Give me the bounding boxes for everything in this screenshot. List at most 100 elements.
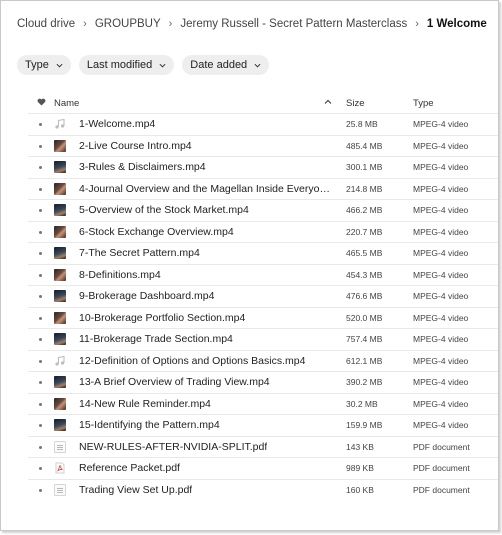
table-row[interactable]: 13-A Brief Overview of Trading View.mp4 3… bbox=[28, 371, 498, 393]
favorite-dot-icon[interactable] bbox=[39, 381, 42, 384]
file-name[interactable]: 6-Stock Exchange Overview.mp4 bbox=[79, 226, 234, 238]
table-row[interactable]: 6-Stock Exchange Overview.mp4 220.7 MB MPE… bbox=[28, 220, 498, 243]
favorite-dot-icon[interactable] bbox=[39, 252, 42, 255]
table-row[interactable]: 15-Identifying the Pattern.mp4 159.9 MB MP… bbox=[28, 414, 498, 436]
file-size: 300.1 MB bbox=[346, 162, 383, 172]
filter-last-modified-button[interactable]: Last modified bbox=[78, 55, 175, 75]
file-size: 454.3 MB bbox=[346, 269, 383, 280]
favorite-dot-icon[interactable] bbox=[39, 209, 42, 212]
favorite-dot-icon[interactable] bbox=[39, 166, 42, 169]
file-type: MPEG-4 video bbox=[413, 205, 469, 215]
file-name[interactable]: 7-The Secret Pattern.mp4 bbox=[79, 247, 200, 259]
file-name[interactable]: 15-Identifying the Pattern.mp4 bbox=[79, 419, 220, 431]
filter-date-added-button[interactable]: Date added bbox=[182, 55, 270, 75]
file-name[interactable]: 10-Brokerage Portfolio Section.mp4 bbox=[79, 312, 245, 324]
favorite-dot-icon[interactable] bbox=[39, 273, 42, 277]
file-name[interactable]: Trading View Set Up.pdf bbox=[79, 484, 192, 496]
favorite-dot-icon[interactable] bbox=[39, 230, 42, 234]
breadcrumb: Cloud drive › GROUPBUY › Jeremy Russell … bbox=[17, 18, 487, 30]
video-thumbnail-icon bbox=[54, 139, 66, 152]
file-type: MPEG-4 video bbox=[413, 269, 469, 280]
table-row[interactable]: Trading View Set Up.pdf 160 KB PDF documen… bbox=[28, 478, 498, 501]
file-browser-window: Cloud drive › GROUPBUY › Jeremy Russell … bbox=[0, 0, 499, 531]
table-row[interactable]: 11-Brokerage Trade Section.mp4 757.4 MB MP… bbox=[28, 328, 498, 350]
file-type: MPEG-4 video bbox=[413, 334, 469, 344]
file-size: 757.4 MB bbox=[346, 334, 383, 344]
file-name[interactable]: 8-Definitions.mp4 bbox=[79, 269, 161, 281]
favorite-dot-icon[interactable] bbox=[39, 402, 42, 406]
column-header-type[interactable]: Type bbox=[413, 98, 434, 109]
file-name[interactable]: 2-Live Course Intro.mp4 bbox=[79, 140, 192, 152]
file-name[interactable]: 1-Welcome.mp4 bbox=[79, 118, 155, 130]
file-name[interactable]: NEW-RULES-AFTER-NVIDIA-SPLIT.pdf bbox=[79, 441, 267, 453]
file-size: 30.2 MB bbox=[346, 398, 378, 409]
video-thumbnail-icon bbox=[54, 182, 66, 195]
table-row[interactable]: 5-Overview of the Stock Market.mp4 466.2 … bbox=[28, 199, 498, 221]
file-name[interactable]: Reference Packet.pdf bbox=[79, 462, 180, 474]
favorite-dot-icon[interactable] bbox=[39, 467, 42, 470]
table-row[interactable]: 3-Rules & Disclaimers.mp4 300.1 MB MPEG-4 … bbox=[28, 156, 498, 178]
favorite-dot-icon[interactable] bbox=[39, 144, 42, 148]
breadcrumb-item-groupbuy[interactable]: GROUPBUY bbox=[95, 18, 161, 30]
file-size: 143 KB bbox=[346, 441, 374, 452]
filter-type-label: Type bbox=[25, 59, 49, 71]
file-name[interactable]: 13-A Brief Overview of Trading View.mp4 bbox=[79, 376, 270, 388]
breadcrumb-item-course[interactable]: Jeremy Russell - Secret Pattern Mastercl… bbox=[180, 18, 407, 30]
table-row[interactable]: 9-Brokerage Dashboard.mp4 476.6 MB MPEG-4 … bbox=[28, 285, 498, 307]
file-name[interactable]: 4-Journal Overview and the Magellan Insi… bbox=[79, 183, 331, 195]
document-thumbnail-icon bbox=[54, 483, 66, 496]
file-name[interactable]: 9-Brokerage Dashboard.mp4 bbox=[79, 290, 214, 302]
video-thumbnail-icon bbox=[54, 247, 66, 259]
video-thumbnail-icon bbox=[54, 419, 66, 431]
table-row[interactable]: 1-Welcome.mp4 25.8 MB MPEG-4 video bbox=[28, 113, 498, 135]
column-header-name[interactable]: Name bbox=[54, 98, 79, 109]
table-row[interactable]: 4-Journal Overview and the Magellan Insi… bbox=[28, 177, 498, 200]
file-name[interactable]: 5-Overview of the Stock Market.mp4 bbox=[79, 204, 249, 216]
file-size: 159.9 MB bbox=[346, 420, 383, 430]
video-thumbnail-icon bbox=[54, 311, 66, 324]
table-row[interactable]: 7-The Secret Pattern.mp4 465.5 MB MPEG-4 v… bbox=[28, 242, 498, 264]
breadcrumb-item-current: 1 Welcome bbox=[426, 18, 487, 30]
file-type: PDF document bbox=[413, 441, 470, 452]
file-name[interactable]: 14-New Rule Reminder.mp4 bbox=[79, 398, 211, 410]
pdf-icon bbox=[54, 462, 66, 474]
sort-ascending-icon[interactable] bbox=[324, 98, 332, 106]
table-row[interactable]: Reference Packet.pdf 989 KB PDF document bbox=[28, 457, 498, 479]
favorite-dot-icon[interactable] bbox=[39, 424, 42, 427]
file-name[interactable]: 11-Brokerage Trade Section.mp4 bbox=[79, 333, 233, 345]
chevron-down-icon bbox=[56, 63, 63, 68]
favorite-dot-icon[interactable] bbox=[39, 359, 42, 363]
chevron-down-icon bbox=[159, 63, 166, 68]
column-header-size[interactable]: Size bbox=[346, 98, 364, 109]
table-row[interactable]: 10-Brokerage Portfolio Section.mp4 520.0 … bbox=[28, 306, 498, 329]
favorite-dot-icon[interactable] bbox=[39, 295, 42, 298]
table-row[interactable]: 8-Definitions.mp4 454.3 MB MPEG-4 video bbox=[28, 263, 498, 286]
filter-date-added-label: Date added bbox=[190, 59, 248, 71]
music-file-icon bbox=[54, 355, 66, 367]
file-name[interactable]: 3-Rules & Disclaimers.mp4 bbox=[79, 161, 206, 173]
favorite-dot-icon[interactable] bbox=[39, 445, 42, 449]
filter-bar: Type Last modified Date added bbox=[17, 55, 270, 75]
video-thumbnail-icon bbox=[54, 204, 66, 216]
table-row[interactable]: 14-New Rule Reminder.mp4 30.2 MB MPEG-4 vi… bbox=[28, 392, 498, 415]
favorite-dot-icon[interactable] bbox=[39, 187, 42, 191]
video-thumbnail-icon bbox=[54, 225, 66, 238]
favorite-dot-icon[interactable] bbox=[39, 123, 42, 126]
favorite-dot-icon[interactable] bbox=[39, 338, 42, 341]
chevron-right-icon: › bbox=[168, 18, 173, 30]
file-type: MPEG-4 video bbox=[413, 119, 469, 129]
document-thumbnail-icon bbox=[54, 440, 66, 453]
table-row[interactable]: 2-Live Course Intro.mp4 485.4 MB MPEG-4 vi… bbox=[28, 134, 498, 157]
file-name[interactable]: 12-Definition of Options and Options Bas… bbox=[79, 355, 305, 367]
table-row[interactable]: NEW-RULES-AFTER-NVIDIA-SPLIT.pdf 143 KB PD… bbox=[28, 435, 498, 458]
filter-type-button[interactable]: Type bbox=[17, 55, 71, 75]
breadcrumb-item-cloud-drive[interactable]: Cloud drive bbox=[17, 18, 75, 30]
favorite-dot-icon[interactable] bbox=[39, 316, 42, 320]
video-thumbnail-icon bbox=[54, 397, 66, 410]
table-header: Name Size Type bbox=[28, 94, 498, 113]
favorite-dot-icon[interactable] bbox=[39, 488, 42, 492]
table-row[interactable]: 12-Definition of Options and Options Bas… bbox=[28, 349, 498, 372]
file-size: 520.0 MB bbox=[346, 312, 383, 323]
heart-icon[interactable] bbox=[37, 98, 46, 106]
file-size: 160 KB bbox=[346, 484, 374, 495]
